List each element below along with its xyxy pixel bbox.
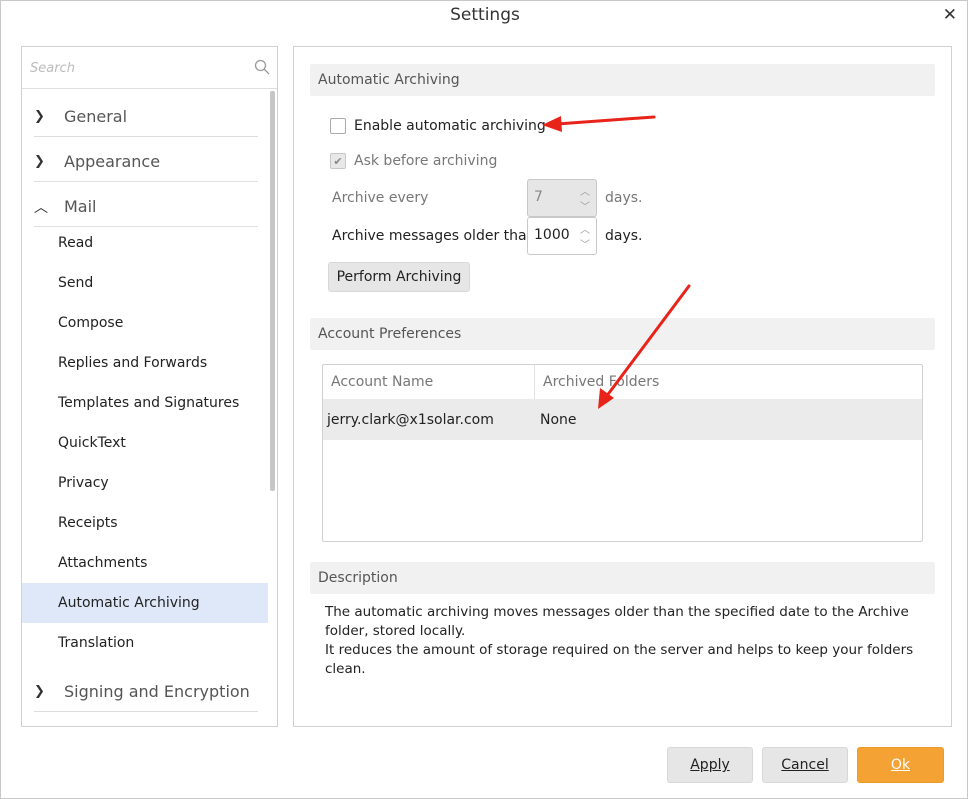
enable-archiving-label: Enable automatic archiving <box>354 118 546 134</box>
nav-category-signing-encryption[interactable]: ❯ Signing and Encryption <box>34 672 258 712</box>
nav-category-label: Signing and Encryption <box>64 682 250 701</box>
section-header-account-preferences: Account Preferences <box>310 318 935 350</box>
nav-item-privacy[interactable]: Privacy <box>22 463 268 503</box>
nav-item-send[interactable]: Send <box>22 263 268 303</box>
archive-every-unit: days. <box>605 190 643 206</box>
ask-before-archiving-checkbox-row[interactable]: ✔ Ask before archiving <box>330 150 497 172</box>
older-than-label: Archive messages older than <box>332 228 536 244</box>
archive-every-stepper[interactable]: ︿﹀ <box>527 179 597 217</box>
enable-archiving-checkbox-row[interactable]: Enable automatic archiving <box>330 115 546 137</box>
account-name-cell: jerry.clark@x1solar.com <box>327 411 494 428</box>
apply-button[interactable]: Apply <box>667 747 753 783</box>
section-header-automatic-archiving: Automatic Archiving <box>310 64 935 96</box>
ask-before-archiving-label: Ask before archiving <box>354 153 498 169</box>
settings-window: Settings ✕ ❯ General ❯ Appearance ︿ Mail… <box>0 0 968 799</box>
nav-item-attachments[interactable]: Attachments <box>22 543 268 583</box>
window-title: Settings <box>450 5 520 25</box>
enable-archiving-checkbox[interactable] <box>330 118 346 134</box>
nav-item-templates-signatures[interactable]: Templates and Signatures <box>22 383 268 423</box>
column-header-account-name[interactable]: Account Name <box>323 365 534 399</box>
chevron-right-icon: ❯ <box>34 109 45 124</box>
description-text: The automatic archiving moves messages o… <box>325 603 925 679</box>
nav-category-appearance[interactable]: ❯ Appearance <box>34 142 258 182</box>
nav-item-replies-forwards[interactable]: Replies and Forwards <box>22 343 268 383</box>
older-than-input[interactable] <box>534 227 574 243</box>
search-box <box>22 47 277 89</box>
chevron-down-icon[interactable]: ﹀ <box>580 198 590 213</box>
chevron-up-icon: ︿ <box>34 199 48 216</box>
archive-every-label: Archive every <box>332 190 429 206</box>
chevron-up-icon[interactable]: ︿ <box>580 221 590 236</box>
nav-item-automatic-archiving[interactable]: Automatic Archiving <box>22 583 268 623</box>
archive-every-input[interactable] <box>534 189 574 205</box>
nav-item-quicktext[interactable]: QuickText <box>22 423 268 463</box>
nav-item-compose[interactable]: Compose <box>22 303 268 343</box>
archived-folders-cell: None <box>540 411 577 428</box>
table-row[interactable]: jerry.clark@x1solar.com None <box>323 399 922 440</box>
chevron-down-icon[interactable]: ﹀ <box>580 236 590 251</box>
close-icon[interactable]: ✕ <box>943 5 957 25</box>
chevron-right-icon: ❯ <box>34 154 45 169</box>
nav-category-label: Appearance <box>64 152 161 171</box>
nav-category-label: Mail <box>64 197 97 216</box>
chevron-up-icon[interactable]: ︿ <box>580 183 590 198</box>
search-input[interactable] <box>30 58 250 78</box>
nav-category-label: General <box>64 107 128 126</box>
older-than-stepper[interactable]: ︿﹀ <box>527 217 597 255</box>
apply-label: Apply <box>690 757 730 773</box>
older-than-unit: days. <box>605 228 643 244</box>
description-line: It reduces the amount of storage require… <box>325 642 914 677</box>
cancel-button[interactable]: Cancel <box>762 747 848 783</box>
search-icon[interactable] <box>254 59 270 75</box>
ok-label: Ok <box>890 757 911 773</box>
section-header-description: Description <box>310 562 935 594</box>
settings-nav-panel: ❯ General ❯ Appearance ︿ Mail Read Send … <box>21 46 278 727</box>
cancel-label: Cancel <box>781 757 829 773</box>
perform-archiving-button[interactable]: Perform Archiving <box>328 262 470 292</box>
nav-category-mail[interactable]: ︿ Mail <box>34 187 258 227</box>
chevron-right-icon: ❯ <box>34 684 45 699</box>
nav-category-general[interactable]: ❯ General <box>34 97 258 137</box>
nav-scrollbar[interactable] <box>270 91 275 491</box>
ok-button[interactable]: Ok <box>857 747 944 783</box>
ask-before-archiving-checkbox[interactable]: ✔ <box>330 153 346 169</box>
archived-folders-table: Account Name Archived Folders jerry.clar… <box>322 364 923 542</box>
nav-item-receipts[interactable]: Receipts <box>22 503 268 543</box>
description-line: The automatic archiving moves messages o… <box>325 604 909 639</box>
column-header-archived-folders[interactable]: Archived Folders <box>535 365 915 399</box>
settings-content-panel: Automatic Archiving Enable automatic arc… <box>293 46 952 727</box>
nav-item-read[interactable]: Read <box>22 223 268 263</box>
nav-item-translation[interactable]: Translation <box>22 623 268 663</box>
